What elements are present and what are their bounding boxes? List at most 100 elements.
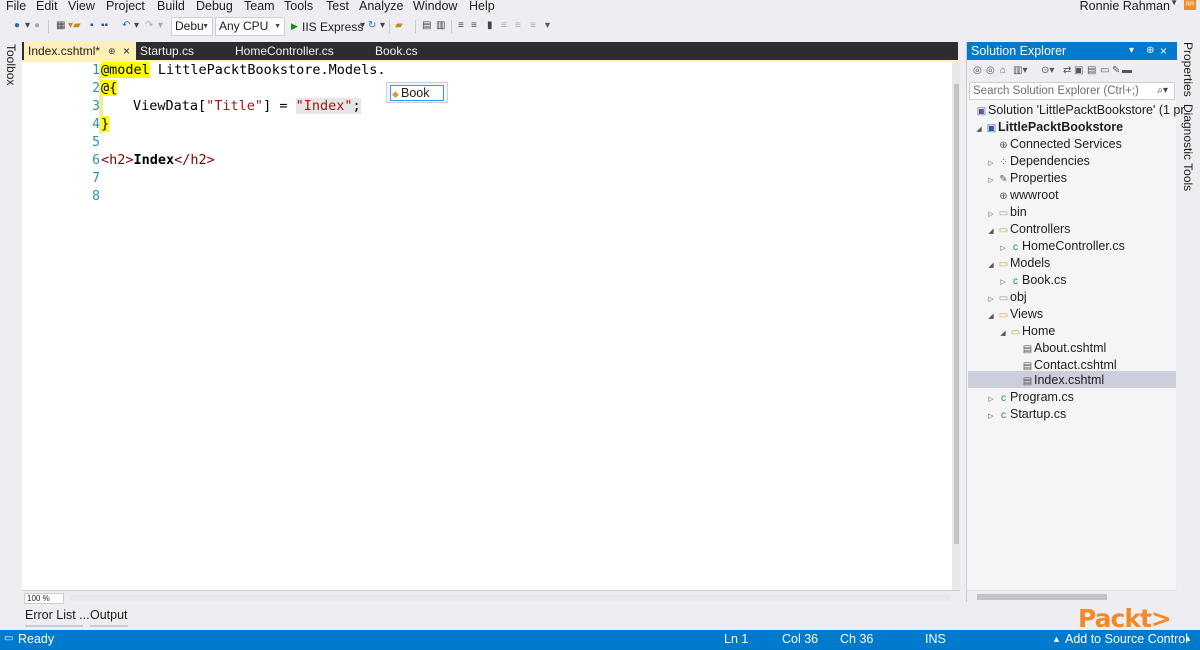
- next-bookmark-icon[interactable]: ≡: [515, 20, 521, 32]
- tree-item-program-cs[interactable]: ▷ c Program.cs: [985, 389, 1074, 406]
- user-dropdown-icon[interactable]: ▼: [1170, 0, 1178, 7]
- menu-team[interactable]: Team: [244, 0, 275, 13]
- preview-selected-icon[interactable]: ▬: [1122, 65, 1132, 76]
- chevron-down-icon[interactable]: ▾: [1129, 42, 1134, 60]
- save-all-icon[interactable]: ▪▪: [101, 20, 108, 32]
- tree-item-startup-cs[interactable]: ▷ c Startup.cs: [985, 406, 1066, 423]
- back-dropdown-icon[interactable]: ▾: [25, 20, 30, 32]
- intellisense-item-book[interactable]: ◆ Book: [390, 85, 444, 101]
- scrollbar-thumb[interactable]: [954, 84, 959, 544]
- clear-bookmarks-icon[interactable]: ≡: [530, 20, 536, 32]
- menu-build[interactable]: Build: [157, 0, 185, 13]
- refresh-icon[interactable]: ↻: [368, 20, 376, 32]
- menu-window[interactable]: Window: [413, 0, 457, 13]
- toolbox-tab[interactable]: Toolbox: [4, 44, 18, 85]
- tab-error-list[interactable]: Error List ...: [25, 608, 90, 622]
- preview-icon[interactable]: ▭: [1100, 65, 1109, 76]
- tree-item-index-cshtml[interactable]: ▤ Index.cshtml: [1009, 372, 1104, 389]
- refresh-dropdown-icon[interactable]: ▾: [380, 20, 385, 32]
- platform-select[interactable]: Any CPU ▼: [215, 17, 285, 36]
- search-icon[interactable]: ⌕▾: [1157, 83, 1168, 99]
- open-file-icon[interactable]: ▾▰: [68, 20, 81, 32]
- tree-item-wwwroot[interactable]: ⊕ wwwroot: [985, 187, 1058, 204]
- redo-icon[interactable]: ↷: [145, 20, 153, 32]
- close-icon[interactable]: ×: [123, 42, 130, 60]
- sync-icon[interactable]: ⇄: [1063, 65, 1071, 76]
- solution-explorer-scrollbar[interactable]: [967, 590, 1177, 602]
- tree-item-about-cshtml[interactable]: ▤ About.cshtml: [1009, 340, 1107, 357]
- tree-item-views[interactable]: ◢ ▭ Views: [985, 306, 1043, 323]
- user-name[interactable]: Ronnie Rahman: [1080, 0, 1170, 13]
- expand-icon[interactable]: ▷: [985, 408, 997, 425]
- scrollbar-thumb[interactable]: [977, 594, 1107, 600]
- format-icon[interactable]: ▤: [422, 20, 431, 32]
- code-line-1[interactable]: @model LittlePacktBookstore.Models.: [101, 62, 385, 78]
- show-all-files-icon[interactable]: ▤: [1087, 65, 1096, 76]
- prev-bookmark-icon[interactable]: ≡: [501, 20, 507, 32]
- tree-item-connected-services[interactable]: ⊕ Connected Services: [985, 136, 1122, 153]
- browser-link-icon[interactable]: ▰: [395, 20, 403, 32]
- bookmark-icon[interactable]: ▮: [487, 20, 493, 32]
- history-icon[interactable]: ⊙▾: [1041, 65, 1054, 76]
- properties-tab[interactable]: Properties: [1181, 42, 1195, 97]
- editor-vertical-scrollbar[interactable]: [952, 62, 960, 590]
- collapse-icon[interactable]: ◢: [985, 257, 997, 274]
- add-to-source-control-button[interactable]: Add to Source Control: [1065, 632, 1188, 646]
- menu-tools[interactable]: Tools: [284, 0, 313, 13]
- code-editor[interactable]: 1 2 3 4 5 6 7 8 @model LittlePacktBookst…: [22, 62, 952, 590]
- arrow-up-icon[interactable]: ▲: [1052, 634, 1061, 644]
- menu-view[interactable]: View: [68, 0, 95, 13]
- code-line-4[interactable]: }: [101, 116, 110, 132]
- menu-test[interactable]: Test: [326, 0, 349, 13]
- tree-item-home[interactable]: ◢ ▭ Home: [997, 323, 1055, 340]
- wrench-icon[interactable]: ✎: [1112, 65, 1120, 76]
- run-dropdown-icon[interactable]: ▾: [360, 20, 365, 32]
- code-line-2[interactable]: @{: [101, 80, 118, 96]
- back-icon[interactable]: ◎: [973, 65, 982, 76]
- tree-project[interactable]: ◢ ▣ LittlePacktBookstore: [973, 119, 1123, 136]
- collapse-icon[interactable]: ◢: [997, 325, 1009, 342]
- tree-item-book-cs[interactable]: ▷ c Book.cs: [997, 272, 1066, 289]
- collapse-icon[interactable]: ◢: [985, 223, 997, 240]
- uncomment-icon[interactable]: ≡: [471, 20, 477, 32]
- toolbar-overflow-icon[interactable]: ▾: [545, 20, 550, 32]
- zoom-select[interactable]: 100 %: [24, 593, 64, 604]
- tab-index-cshtml[interactable]: Index.cshtml* ⊕ ×: [24, 42, 136, 60]
- user-avatar[interactable]: RR: [1184, 0, 1196, 10]
- pin-icon[interactable]: ⊕: [108, 42, 116, 60]
- home-icon[interactable]: ⌂: [1000, 65, 1006, 76]
- tree-item-bin[interactable]: ▷ ▭ bin: [985, 204, 1026, 221]
- tab-homecontroller-cs[interactable]: HomeController.cs: [231, 42, 334, 60]
- switch-views-icon[interactable]: ▥▾: [1013, 65, 1027, 76]
- menu-project[interactable]: Project: [106, 0, 145, 13]
- code-line-6[interactable]: <h2>Index</h2>: [101, 152, 215, 168]
- tree-item-models[interactable]: ◢ ▭ Models: [985, 255, 1050, 272]
- code-line-3[interactable]: ViewData["Title"] = "Index";: [133, 98, 361, 114]
- play-icon[interactable]: ▶: [291, 20, 298, 32]
- menu-edit[interactable]: Edit: [36, 0, 58, 13]
- collapse-icon[interactable]: ◢: [973, 121, 985, 138]
- run-button[interactable]: IIS Express: [302, 20, 363, 34]
- new-project-icon[interactable]: ▦: [56, 20, 65, 32]
- redo-dropdown-icon[interactable]: ▾: [158, 20, 163, 32]
- forward-icon[interactable]: ●: [34, 20, 40, 32]
- tree-item-homecontroller[interactable]: ▷ c HomeController.cs: [997, 238, 1125, 255]
- tree-item-dependencies[interactable]: ▷ ⁘ Dependencies: [985, 153, 1090, 170]
- menu-debug[interactable]: Debug: [196, 0, 233, 13]
- configuration-select[interactable]: Debu ▼: [171, 17, 213, 36]
- tab-output[interactable]: Output: [90, 608, 128, 622]
- format-selection-icon[interactable]: ▥: [436, 20, 445, 32]
- tree-item-obj[interactable]: ▷ ▭ obj: [985, 289, 1026, 306]
- menu-analyze[interactable]: Analyze: [359, 0, 403, 13]
- undo-dropdown-icon[interactable]: ▾: [134, 20, 139, 32]
- editor-horizontal-scrollbar[interactable]: [70, 595, 950, 601]
- tab-startup-cs[interactable]: Startup.cs: [136, 42, 194, 60]
- collapse-icon[interactable]: ◢: [985, 308, 997, 325]
- arrow-up-icon[interactable]: ▲: [1184, 634, 1192, 643]
- menu-file[interactable]: File: [6, 0, 26, 13]
- back-icon[interactable]: ●: [14, 20, 20, 32]
- tab-book-cs[interactable]: Book.cs: [371, 42, 418, 60]
- undo-icon[interactable]: ↶: [122, 20, 130, 32]
- menu-help[interactable]: Help: [469, 0, 495, 13]
- close-icon[interactable]: ×: [1160, 42, 1167, 60]
